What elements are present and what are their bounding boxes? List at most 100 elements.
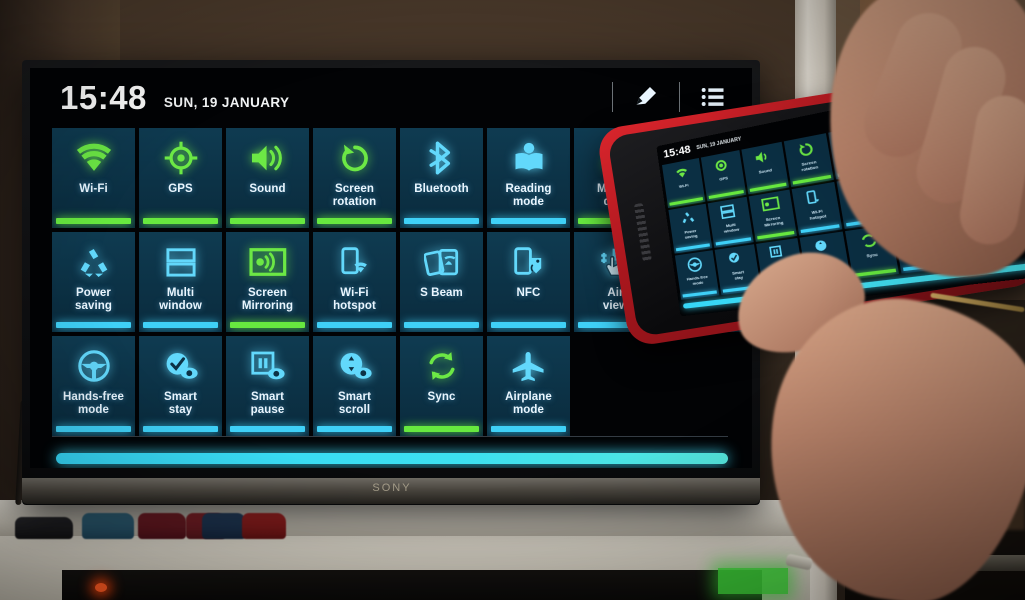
phone-tile-label: Bluetooth — [843, 149, 866, 160]
phone-tile-label: Wi-Fi hotspot — [809, 208, 827, 221]
quick-tile-smart-pause[interactable]: Smart pause — [226, 336, 309, 436]
phone-tile-label: Power saving — [684, 227, 698, 240]
quick-tile-power-saving[interactable]: Power saving — [52, 232, 135, 332]
phone-tile[interactable]: Airplane mode — [892, 217, 950, 274]
phone-tile-label: GPS — [718, 175, 729, 182]
wifi-icon — [75, 137, 113, 179]
list-icon[interactable] — [696, 81, 730, 113]
power-saving-icon — [77, 241, 111, 283]
phone-tile-label: Sound — [758, 167, 773, 175]
device-led-red — [95, 583, 107, 592]
phone-tile[interactable]: Screen rotation — [783, 133, 834, 188]
brightness-slider[interactable] — [56, 453, 728, 464]
quick-tile-multi-window[interactable]: Multi window — [139, 232, 222, 332]
airplane-icon — [511, 345, 547, 387]
shelf-edge — [845, 555, 1025, 571]
quick-tile-smart-stay[interactable]: Smart stay — [139, 336, 222, 436]
quick-tile-reading-mode[interactable]: Reading mode — [487, 128, 570, 228]
smart-stay-icon — [163, 345, 199, 387]
status-bar-date: SUN, 19 JANUARY — [163, 94, 290, 110]
quick-tile-hands-free-mode[interactable]: Hands-free mode — [52, 336, 135, 436]
tile-state-indicator — [56, 218, 131, 224]
phone-tile[interactable]: S Beam — [836, 173, 890, 229]
quick-tile-label: Bluetooth — [414, 183, 469, 195]
divider — [612, 82, 613, 112]
quick-tile-label: Smart stay — [163, 391, 198, 416]
screenshot-scene: SONY SAMSUNG 15:48 SUN, 19 JANUARY — [0, 0, 1025, 600]
phone-tile-label: Sync — [865, 251, 879, 259]
tile-state-indicator — [491, 426, 566, 432]
pencil-icon[interactable] — [629, 81, 663, 113]
tile-state-indicator — [404, 218, 479, 224]
screen-mirroring-icon — [248, 241, 287, 283]
quick-tile-airplane-mode[interactable]: Airplane mode — [487, 336, 570, 436]
toy-car — [138, 513, 186, 539]
quick-tile-screen-mirroring[interactable]: Screen Mirroring — [226, 232, 309, 332]
quick-tile-label: Power saving — [74, 287, 113, 312]
status-bar-clock: 15:48 — [60, 78, 147, 116]
phone-tile[interactable]: Sound — [741, 141, 790, 195]
toy-car — [202, 513, 246, 539]
quick-tile-smart-scroll[interactable]: Smart scroll — [313, 336, 396, 436]
phone-tile[interactable]: Power saving — [668, 203, 713, 254]
smart-scroll-icon — [337, 345, 373, 387]
phone-tile-label: Screen rotation — [801, 158, 819, 173]
quick-tile-label: Screen rotation — [332, 183, 377, 208]
phone-tile[interactable]: Multi window — [707, 196, 754, 248]
quick-tile-wifi[interactable]: Wi-Fi — [52, 128, 135, 228]
phone-tile-label: NFC — [906, 193, 918, 201]
quick-tile-bluetooth[interactable]: Bluetooth — [400, 128, 483, 228]
quick-tile-label: Reading mode — [505, 183, 552, 208]
reading-mode-icon — [511, 137, 547, 179]
smart-pause-icon — [250, 345, 286, 387]
phone-tile[interactable]: Hands-free mode — [674, 250, 720, 300]
s-beam-icon — [423, 241, 460, 283]
toy-car-collection — [10, 505, 290, 539]
quick-tile-label: Sound — [249, 183, 286, 195]
phone-tile-label: Screen Mirroring — [763, 214, 784, 228]
phone-tile-label: Airplane mode — [910, 244, 932, 258]
quick-tile-gps[interactable]: GPS — [139, 128, 222, 228]
tile-state-indicator — [230, 322, 305, 328]
phone-tile[interactable]: Screen Mirroring — [748, 189, 797, 242]
quick-tile-label: Wi-Fi — [79, 183, 108, 195]
toy-car — [242, 513, 286, 539]
tile-state-indicator — [56, 426, 131, 432]
quick-tile-sync[interactable]: Sync — [400, 336, 483, 436]
tile-state-indicator — [56, 322, 131, 328]
tile-state-indicator — [491, 218, 566, 224]
quick-tile-label: Hands-free mode — [62, 391, 125, 416]
quick-tile-sound[interactable]: Sound — [226, 128, 309, 228]
sync-icon — [425, 345, 459, 387]
quick-tile-wifi-hotspot[interactable]: Wi-Fi hotspot — [313, 232, 396, 332]
nfc-icon — [512, 241, 546, 283]
quick-tile-label: Airplane mode — [505, 391, 552, 416]
tv-stand-shelf-cavity — [62, 570, 762, 600]
tile-state-indicator — [404, 426, 479, 432]
phone-tile-label: Multi window — [723, 221, 740, 234]
bluetooth-icon — [428, 137, 456, 179]
quick-tile-label: S Beam — [420, 287, 463, 299]
phone-tile-label: Hands-free mode — [686, 273, 709, 286]
tile-state-indicator — [317, 322, 392, 328]
quick-panel-status-bar: 15:48 SUN, 19 JANUARY — [30, 68, 752, 126]
quick-tile-nfc[interactable]: NFC — [487, 232, 570, 332]
quick-tile-screen-rotation[interactable]: Screen rotation — [313, 128, 396, 228]
phone-tile[interactable]: Wi-Fi hotspot — [791, 181, 843, 236]
tile-state-indicator — [143, 218, 218, 224]
phone-date: SUN, 19 JANUARY — [696, 136, 742, 152]
phone-tile[interactable]: Wi-Fi — [661, 157, 706, 209]
gps-icon — [164, 137, 198, 179]
toy-car — [15, 517, 73, 539]
tile-state-indicator — [404, 322, 479, 328]
tile-state-indicator — [491, 322, 566, 328]
quick-tile-label: Smart scroll — [337, 391, 372, 416]
phone-tile-label: Smart stay — [731, 269, 745, 281]
phone-tile[interactable]: GPS — [700, 150, 747, 202]
divider — [679, 82, 680, 112]
quick-tile-s-beam[interactable]: S Beam — [400, 232, 483, 332]
steering-wheel-icon — [77, 345, 111, 387]
tile-state-indicator — [230, 218, 305, 224]
quick-tile-label: Screen Mirroring — [241, 287, 294, 312]
tile-state-indicator — [317, 218, 392, 224]
